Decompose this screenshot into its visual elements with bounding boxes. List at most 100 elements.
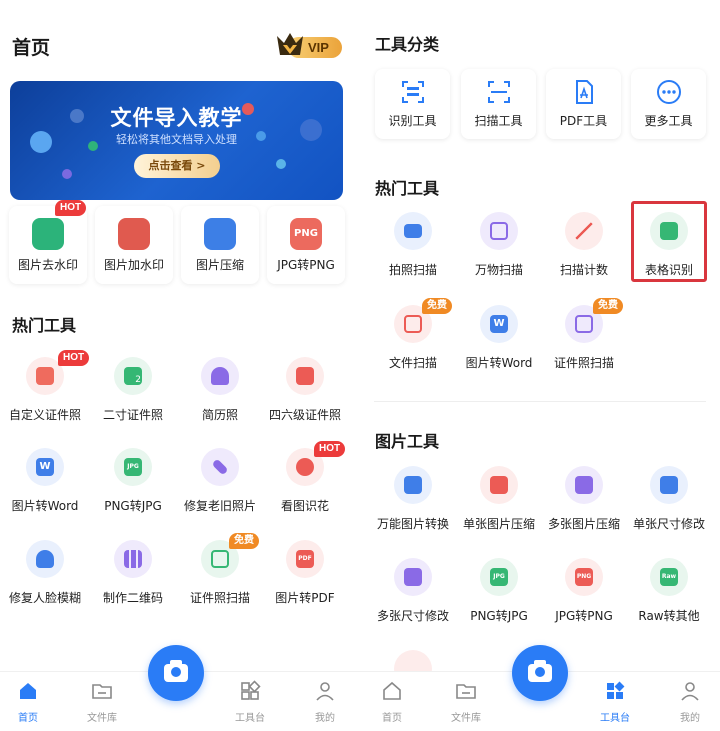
tool-make-qrcode[interactable]: 制作二维码 [88, 540, 178, 624]
banner-title: 文件导入教学 [110, 106, 243, 130]
tool-id-photo-scan[interactable]: 证件照扫描 免费 [539, 298, 629, 389]
scan-frame-icon [490, 222, 508, 240]
nav-label: 文件库 [451, 713, 481, 724]
folder-icon [92, 684, 112, 699]
image-tools-title: 图片工具 [375, 432, 440, 451]
nav-label: 首页 [382, 713, 402, 724]
tool-icon-bg: PDF [286, 540, 324, 578]
hot-badge: HOT [55, 200, 87, 216]
pdf-icon: PDF [296, 550, 314, 568]
tool-icon-bg [565, 212, 603, 250]
camera-icon-lens [169, 665, 183, 679]
image-convert-icon [404, 476, 422, 494]
tool-jpg-to-png[interactable]: PNG JPG转PNG [539, 558, 629, 642]
nav-home[interactable]: 首页 [362, 680, 422, 724]
tool-icon-bg [394, 212, 432, 250]
count-icon [575, 222, 593, 240]
tool-icon-bg: W [480, 305, 518, 343]
tool-raw-convert[interactable]: Raw Raw转其他 [624, 558, 714, 642]
tool-universal-convert[interactable]: 万能图片转换 [368, 466, 458, 550]
tool-id-photo-scan[interactable]: 证件照扫描 免费 [175, 533, 265, 624]
raw-icon: Raw [660, 568, 678, 586]
vip-badge[interactable]: VIP [274, 30, 342, 60]
tool-png-to-jpg[interactable]: JPG PNG转JPG [454, 558, 544, 642]
word-icon: W [36, 458, 54, 476]
tool-identify-flower[interactable]: 看图识花 HOT [260, 441, 350, 532]
banner-subtitle: 轻松将其他文档导入处理 [116, 133, 237, 146]
scan-frame-icon [488, 81, 510, 103]
category-label: 扫描工具 [474, 114, 523, 128]
tool-icon-bg [286, 357, 324, 395]
camera-button[interactable] [512, 645, 568, 701]
tool-label: 图片转PDF [275, 591, 335, 605]
free-badge: 免费 [229, 533, 259, 549]
tool-document-scan[interactable]: 文件扫描 免费 [368, 298, 458, 389]
tool-multi-resize[interactable]: 多张尺寸修改 [368, 558, 458, 642]
quick-tool-label: 图片加水印 [103, 258, 164, 272]
home-icon [20, 683, 36, 699]
tool-icon-bg [394, 558, 432, 596]
import-tutorial-banner[interactable]: 文件导入教学 轻松将其他文档导入处理 点击查看 > [10, 81, 343, 200]
nav-me[interactable]: 我的 [295, 680, 355, 724]
tool-custom-id-photo[interactable]: 自定义证件照 HOT [0, 350, 90, 441]
banner-view-button[interactable]: 点击查看 > [134, 154, 220, 178]
nav-tools[interactable]: 工具台 [220, 680, 280, 724]
tool-icon-bg: 2 [114, 357, 152, 395]
person-icon [211, 367, 229, 385]
more-icon [657, 80, 681, 104]
droplet-icon [32, 218, 64, 250]
category-label: 识别工具 [388, 114, 437, 128]
quick-tool-add-watermark[interactable]: 图片加水印 [95, 206, 173, 284]
nav-files[interactable]: 文件库 [72, 680, 132, 724]
tool-2inch-id-photo[interactable]: 2 二寸证件照 [88, 357, 178, 441]
tool-label: Raw转其他 [638, 609, 700, 623]
tool-single-compress[interactable]: 单张图片压缩 [454, 466, 544, 550]
tool-restore-old-photo[interactable]: 修复老旧照片 [175, 448, 265, 532]
category-scan[interactable]: 扫描工具 [461, 69, 536, 139]
droplet-icon [118, 218, 150, 250]
nav-files[interactable]: 文件库 [436, 680, 496, 724]
tool-photo-scan[interactable]: 拍照扫描 [368, 212, 458, 296]
tool-single-resize[interactable]: 单张尺寸修改 [624, 466, 714, 550]
tool-scan-anything[interactable]: 万物扫描 [454, 212, 544, 296]
tool-image-to-word[interactable]: W 图片转Word [0, 448, 90, 532]
category-title: 工具分类 [375, 35, 440, 54]
nav-tools[interactable]: 工具台 [585, 680, 645, 724]
tool-icon-bg [480, 466, 518, 504]
tool-label: 证件照扫描 [553, 356, 614, 370]
category-pdf[interactable]: PDF工具 [546, 69, 621, 139]
tool-png-to-jpg[interactable]: JPG PNG转JPG [88, 448, 178, 532]
tool-image-to-pdf[interactable]: PDF 图片转PDF [260, 540, 350, 624]
tool-image-to-word[interactable]: W 图片转Word [454, 305, 544, 389]
nav-me[interactable]: 我的 [660, 680, 720, 724]
category-recognition[interactable]: 识别工具 [375, 69, 450, 139]
quick-tool-label: JPG转PNG [277, 258, 335, 272]
resize-multi-icon [404, 568, 422, 586]
tool-cet-id-photo[interactable]: 四六级证件照 [260, 357, 350, 441]
tool-multi-compress[interactable]: 多张图片压缩 [539, 466, 629, 550]
tool-scan-count[interactable]: 扫描计数 [539, 212, 629, 296]
nav-label: 文件库 [87, 713, 117, 724]
nav-label: 首页 [18, 713, 38, 724]
photo-2-icon: 2 [124, 367, 142, 385]
tool-fix-blurry-face[interactable]: 修复人脸模糊 [0, 540, 90, 624]
quick-tool-compress[interactable]: 图片压缩 [181, 206, 259, 284]
tool-icon-bg [565, 466, 603, 504]
tool-resume-photo[interactable]: 简历照 [175, 357, 265, 441]
divider [374, 401, 706, 402]
wrench-icon [211, 458, 229, 476]
nav-home[interactable]: 首页 [0, 680, 58, 724]
tool-icon-bg [114, 540, 152, 578]
hot-tools-title: 热门工具 [375, 179, 440, 198]
tool-icon-bg: JPG [480, 558, 518, 596]
quick-tool-jpg-to-png[interactable]: PNG JPG转PNG [267, 206, 345, 284]
tool-icon-bg: PNG [565, 558, 603, 596]
images-compress-icon [575, 476, 593, 494]
highlight-box [631, 201, 707, 282]
category-more[interactable]: 更多工具 [631, 69, 706, 139]
camera-button[interactable] [148, 645, 204, 701]
page-title: 首页 [12, 37, 51, 59]
tool-label: 四六级证件照 [268, 408, 341, 422]
quick-tool-remove-watermark[interactable]: 图片去水印 HOT [9, 200, 87, 284]
png-icon: PNG [290, 218, 322, 250]
